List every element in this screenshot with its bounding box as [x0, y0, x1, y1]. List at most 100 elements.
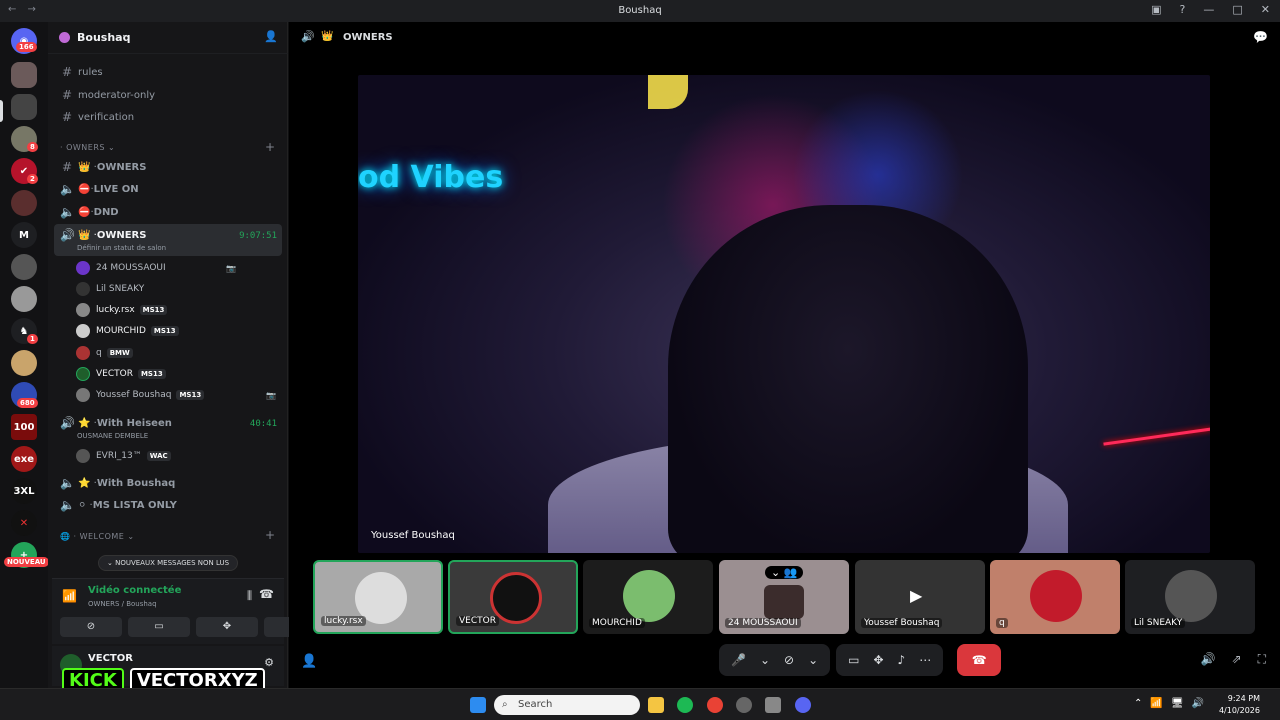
channel-rules[interactable]: # rules	[60, 62, 103, 82]
category-welcome[interactable]: 🌐 · WELCOME ⌄	[60, 532, 135, 541]
more-icon[interactable]: ⋯	[919, 653, 931, 667]
participant-tile[interactable]: lucky.rsx	[313, 560, 443, 634]
channel-live-on[interactable]: 🔈 ⛔ · LIVE ON	[60, 179, 139, 199]
participant-tile[interactable]: ⌄ 👥 24 MOUSSAOUI	[719, 560, 849, 634]
participant-tile[interactable]: q	[990, 560, 1120, 634]
participant-tile[interactable]: VECTOR	[448, 560, 578, 634]
voice-status: Vidéo connectée	[88, 585, 182, 596]
participant-tile[interactable]: MOURCHID	[583, 560, 713, 634]
voice-member[interactable]: EVRI_13™ WAC	[76, 447, 171, 465]
activities-icon[interactable]: ✥	[873, 653, 883, 667]
system-tray-icons[interactable]: ⌃📶🖥🔊	[1134, 698, 1212, 709]
voice-member[interactable]: Youssef Boushaq MS13 📷	[76, 386, 276, 404]
maximize-button[interactable]: □	[1232, 3, 1242, 16]
minimize-button[interactable]: —	[1203, 3, 1214, 16]
voice-member[interactable]: 24 MOUSSAOUI 📷	[76, 259, 236, 277]
voice-location[interactable]: OWNERS / Boushaq	[88, 600, 157, 608]
add-channel-icon[interactable]: +	[265, 528, 275, 542]
channel-verification[interactable]: # verification	[60, 107, 134, 127]
hash-icon: #	[61, 160, 73, 174]
inbox-icon[interactable]: ▣	[1151, 3, 1161, 16]
channel-ms-lista-only[interactable]: 🔈 ⚪ · MS LISTA ONLY	[60, 495, 177, 515]
disconnect-icon[interactable]: ☎	[259, 587, 274, 601]
participant-tile[interactable]: Lil SNEAKY	[1125, 560, 1255, 634]
server-icon[interactable]	[11, 94, 37, 120]
camera-off-icon[interactable]: ⊘	[784, 653, 794, 667]
chrome-icon[interactable]	[707, 697, 723, 713]
avatar	[1165, 570, 1217, 622]
avatar	[623, 570, 675, 622]
activities-button[interactable]: ✥	[196, 617, 258, 637]
server-icon[interactable]	[11, 350, 37, 376]
settings-icon[interactable]	[765, 697, 781, 713]
server-icon[interactable]	[11, 254, 37, 280]
role-tag: MS13	[137, 369, 166, 379]
server-icon[interactable]	[11, 286, 37, 312]
mention-badge: 1	[27, 334, 38, 344]
chevron-down-icon[interactable]: ⌄	[808, 653, 818, 667]
noise-suppression-icon[interactable]: ⫼	[247, 589, 252, 603]
close-button[interactable]: ✕	[1261, 3, 1270, 16]
channel-with-boushaq[interactable]: 🔈 ⭐ · With Boushaq	[60, 473, 175, 493]
active-indicator	[0, 100, 3, 122]
channel-owners-voice[interactable]: 🔊 👑 · OWNERS	[60, 225, 146, 245]
file-explorer-icon[interactable]	[648, 697, 664, 713]
channel-owners-text[interactable]: # 👑 · OWNERS	[60, 157, 146, 177]
screen-share-icon[interactable]: ▭	[848, 653, 859, 667]
speaker-icon: 🔈	[60, 498, 75, 512]
help-icon[interactable]: ?	[1180, 3, 1186, 16]
voice-member[interactable]: VECTOR MS13	[76, 365, 166, 383]
server-icon[interactable]: exe	[11, 446, 37, 472]
server-icon[interactable]	[11, 62, 37, 88]
focused-video[interactable]: od Vibes	[358, 75, 1210, 553]
server-icon[interactable]: M	[11, 222, 37, 248]
windows-taskbar: ⌕ Search ⌃📶🖥🔊 9:24 PM 4/10/2026	[0, 688, 1280, 720]
spotify-icon[interactable]	[677, 697, 693, 713]
screen-share-button[interactable]: ▭	[128, 617, 190, 637]
channel-dnd[interactable]: 🔈 ⛔ · DND	[60, 202, 119, 222]
role-tag: MS13	[139, 305, 168, 315]
channel-status[interactable]: Définir un statut de salon	[77, 244, 166, 252]
voice-member[interactable]: q BMW	[76, 344, 133, 362]
camera-off-button[interactable]: ⊘	[60, 617, 122, 637]
popout-icon[interactable]: ⇗	[1232, 652, 1242, 667]
server-icon[interactable]: 100	[11, 414, 37, 440]
soundboard-icon[interactable]: ♪	[898, 653, 906, 667]
server-icon[interactable]	[11, 190, 37, 216]
server-icon[interactable]: 3XL	[11, 478, 37, 504]
signal-icon[interactable]: 📶	[62, 589, 77, 603]
disconnect-button[interactable]: ☎	[957, 644, 1002, 676]
mention-badge: 2	[27, 174, 38, 184]
discord-icon[interactable]	[795, 697, 811, 713]
start-icon[interactable]	[470, 697, 486, 713]
server-header[interactable]: Boushaq ⌄ 👤	[48, 22, 288, 54]
tile-options-icon[interactable]: ⌄ 👥	[765, 566, 804, 579]
taskbar-search[interactable]: ⌕ Search	[494, 695, 640, 715]
participant-tile[interactable]: ▶ Youssef Boushaq	[855, 560, 985, 634]
server-icon[interactable]: ✕	[11, 510, 37, 536]
avatar	[76, 346, 90, 360]
taskbar-clock[interactable]: 9:24 PM 4/10/2026	[1219, 693, 1260, 717]
fullscreen-icon[interactable]: ⛶	[1258, 652, 1266, 667]
new-messages-pill[interactable]: ⌄ NOUVEAUX MESSAGES NON LUS	[98, 555, 239, 571]
settings-gear-icon[interactable]: ⚙	[264, 656, 274, 669]
volume-icon[interactable]: 🔊	[1201, 652, 1216, 667]
voice-member[interactable]: lucky.rsx MS13	[76, 301, 168, 319]
add-channel-icon[interactable]: +	[265, 140, 275, 154]
chat-icon[interactable]: 💬	[1253, 30, 1268, 44]
add-people-icon[interactable]: 👤	[301, 654, 317, 669]
channel-with-heiseen[interactable]: 🔊 ⭐ · With Heiseen	[60, 413, 172, 433]
category-owners[interactable]: · OWNERS ⌄	[60, 143, 115, 152]
chevron-down-icon[interactable]: ⌄	[760, 653, 770, 667]
steam-icon[interactable]	[736, 697, 752, 713]
microphone-icon[interactable]: 🎤	[731, 653, 746, 667]
channel-moderator-only[interactable]: # moderator-only	[60, 85, 155, 105]
invite-icon[interactable]: 👤	[264, 30, 278, 43]
channel-sidebar: Boushaq ⌄ 👤 # rules # moderator-only # veri…	[48, 22, 326, 688]
role-tag: MS13	[150, 326, 179, 336]
hash-icon: #	[61, 65, 73, 79]
voice-member[interactable]: MOURCHID MS13	[76, 322, 179, 340]
avatar	[76, 388, 90, 402]
voice-member[interactable]: Lil SNEAKY	[76, 280, 144, 298]
avatar	[76, 261, 90, 275]
